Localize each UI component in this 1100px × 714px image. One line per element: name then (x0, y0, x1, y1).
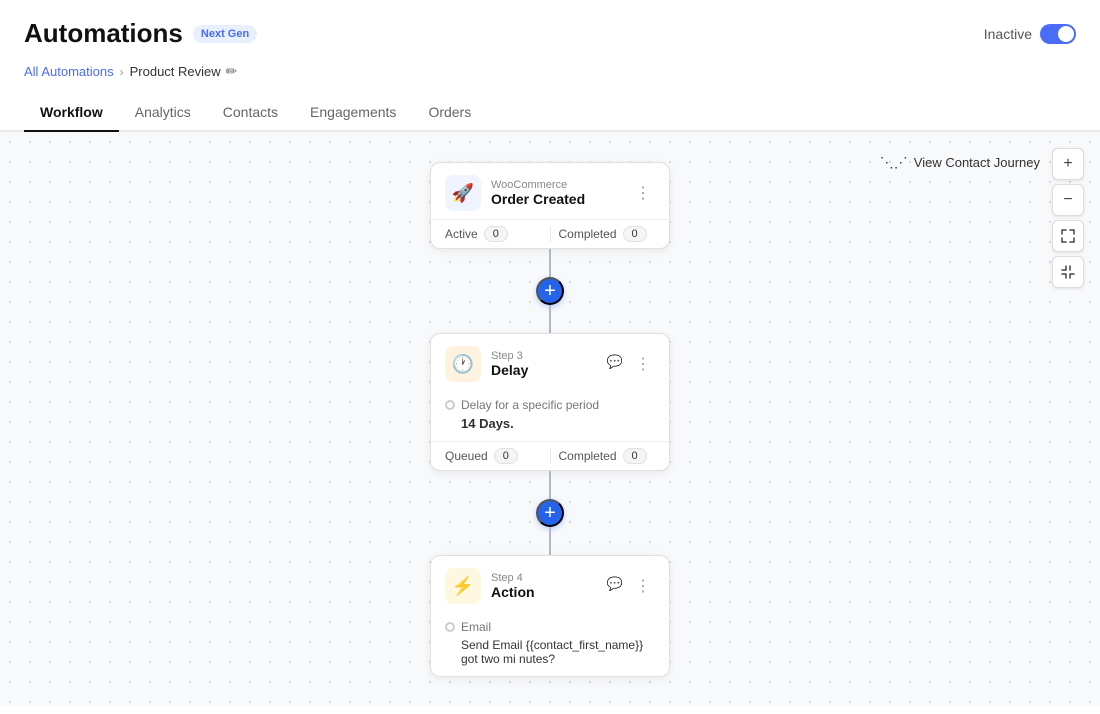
breadcrumb-current: Product Review ✏ (130, 63, 238, 80)
queued-label: Queued (445, 449, 488, 463)
status-row: Inactive (984, 24, 1076, 44)
connector-1: + (536, 249, 564, 333)
node-action-actions: 💬 ⋮ (603, 574, 655, 598)
workflow-canvas: ⋱⋰ View Contact Journey + − 🚀 WooCom (0, 132, 1100, 706)
connector-line-top (549, 249, 551, 277)
tab-contacts[interactable]: Contacts (207, 94, 294, 132)
delay-detail-value: 14 Days. (461, 416, 655, 431)
active-value: 0 (484, 226, 508, 242)
node-order-created-header: 🚀 WooCommerce Order Created ⋮ (431, 163, 669, 219)
completed-value: 0 (623, 226, 647, 242)
node-delay-comment-btn[interactable]: 💬 (603, 352, 627, 372)
order-created-active-stat: Active 0 (445, 226, 542, 242)
breadcrumb-current-label: Product Review (130, 64, 221, 79)
completed-label: Completed (559, 227, 617, 241)
view-journey-label: View Contact Journey (914, 155, 1040, 170)
workflow: 🚀 WooCommerce Order Created ⋮ Active 0 C… (430, 162, 670, 677)
expand-button[interactable] (1052, 220, 1084, 252)
tab-workflow[interactable]: Workflow (24, 94, 119, 132)
node-order-created-icon-wrap: 🚀 (445, 175, 481, 211)
node-action-more-btn[interactable]: ⋮ (631, 574, 655, 598)
delay-step-label: Step 3 (491, 350, 593, 362)
breadcrumb-separator: › (120, 65, 124, 79)
connector-line-bottom (549, 305, 551, 333)
tabs-bar: Workflow Analytics Contacts Engagements … (0, 94, 1100, 132)
breadcrumb-parent-link[interactable]: All Automations (24, 64, 114, 79)
header: Automations Next Gen Inactive All Automa… (0, 0, 1100, 80)
breadcrumb: All Automations › Product Review ✏ (24, 63, 1076, 80)
action-step-label: Step 4 (491, 572, 593, 584)
node-delay-footer: Queued 0 Completed 0 (431, 441, 669, 470)
node-order-created-more-btn[interactable]: ⋮ (631, 181, 655, 205)
node-action-icon-wrap: ⚡ (445, 568, 481, 604)
clock-icon: 🕐 (452, 354, 474, 375)
node-delay-header: 🕐 Step 3 Delay 💬 ⋮ (431, 334, 669, 390)
delay-detail-label: Delay for a specific period (461, 398, 599, 412)
queued-value: 0 (494, 448, 518, 464)
page-title: Automations (24, 18, 183, 49)
delay-dot (445, 400, 455, 410)
node-action: ⚡ Step 4 Action 💬 ⋮ Email Send Email {{c… (430, 555, 670, 677)
node-order-created-footer: Active 0 Completed 0 (431, 219, 669, 248)
compress-button[interactable] (1052, 256, 1084, 288)
lightning-icon: ⚡ (452, 576, 474, 597)
connector-line-bottom-2 (549, 527, 551, 555)
node-order-created-title: Order Created (491, 191, 621, 207)
node-source: WooCommerce (491, 179, 621, 191)
node-delay-icon-wrap: 🕐 (445, 346, 481, 382)
order-created-completed-stat: Completed 0 (559, 226, 656, 242)
node-delay-actions: 💬 ⋮ (603, 352, 655, 376)
delay-completed-stat: Completed 0 (559, 448, 656, 464)
action-dot (445, 622, 455, 632)
node-order-created-info: WooCommerce Order Created (491, 179, 621, 207)
node-delay-title: Delay (491, 362, 593, 378)
header-top: Automations Next Gen Inactive (24, 18, 1076, 49)
footer-divider-2 (550, 448, 551, 464)
edit-icon[interactable]: ✏ (226, 63, 238, 80)
zoom-out-button[interactable]: − (1052, 184, 1084, 216)
node-delay-body: Delay for a specific period 14 Days. (431, 390, 669, 441)
connector-line-top-2 (549, 471, 551, 499)
canvas-toolbar: + − (1052, 148, 1084, 288)
action-detail-value: Send Email {{contact_first_name}} got tw… (461, 638, 655, 666)
tab-engagements[interactable]: Engagements (294, 94, 412, 132)
toggle-knob (1058, 26, 1074, 42)
connector-2: + (536, 471, 564, 555)
node-action-title: Action (491, 584, 593, 600)
node-delay-info: Step 3 Delay (491, 350, 593, 378)
action-detail-row: Email (445, 620, 655, 634)
active-label: Active (445, 227, 478, 241)
journey-icon: ⋱⋰ (880, 154, 908, 171)
node-order-created-actions: ⋮ (631, 181, 655, 205)
node-action-comment-btn[interactable]: 💬 (603, 574, 627, 594)
node-order-created: 🚀 WooCommerce Order Created ⋮ Active 0 C… (430, 162, 670, 249)
completed-label-2: Completed (559, 449, 617, 463)
delay-queued-stat: Queued 0 (445, 448, 542, 464)
add-step-button-2[interactable]: + (536, 499, 564, 527)
completed-value-2: 0 (623, 448, 647, 464)
node-action-body: Email Send Email {{contact_first_name}} … (431, 612, 669, 676)
footer-divider (550, 226, 551, 242)
status-label: Inactive (984, 26, 1032, 42)
action-detail-label: Email (461, 620, 491, 634)
delay-detail-row: Delay for a specific period (445, 398, 655, 412)
tab-analytics[interactable]: Analytics (119, 94, 207, 132)
node-action-header: ⚡ Step 4 Action 💬 ⋮ (431, 556, 669, 612)
title-row: Automations Next Gen (24, 18, 257, 49)
inactive-toggle[interactable] (1040, 24, 1076, 44)
next-gen-badge: Next Gen (193, 25, 257, 43)
node-action-info: Step 4 Action (491, 572, 593, 600)
node-delay: 🕐 Step 3 Delay 💬 ⋮ Delay for a specific … (430, 333, 670, 471)
tab-orders[interactable]: Orders (412, 94, 487, 132)
node-delay-more-btn[interactable]: ⋮ (631, 352, 655, 376)
add-step-button-1[interactable]: + (536, 277, 564, 305)
zoom-in-button[interactable]: + (1052, 148, 1084, 180)
rocket-icon: 🚀 (452, 183, 474, 204)
view-contact-journey-button[interactable]: ⋱⋰ View Contact Journey (880, 154, 1040, 171)
